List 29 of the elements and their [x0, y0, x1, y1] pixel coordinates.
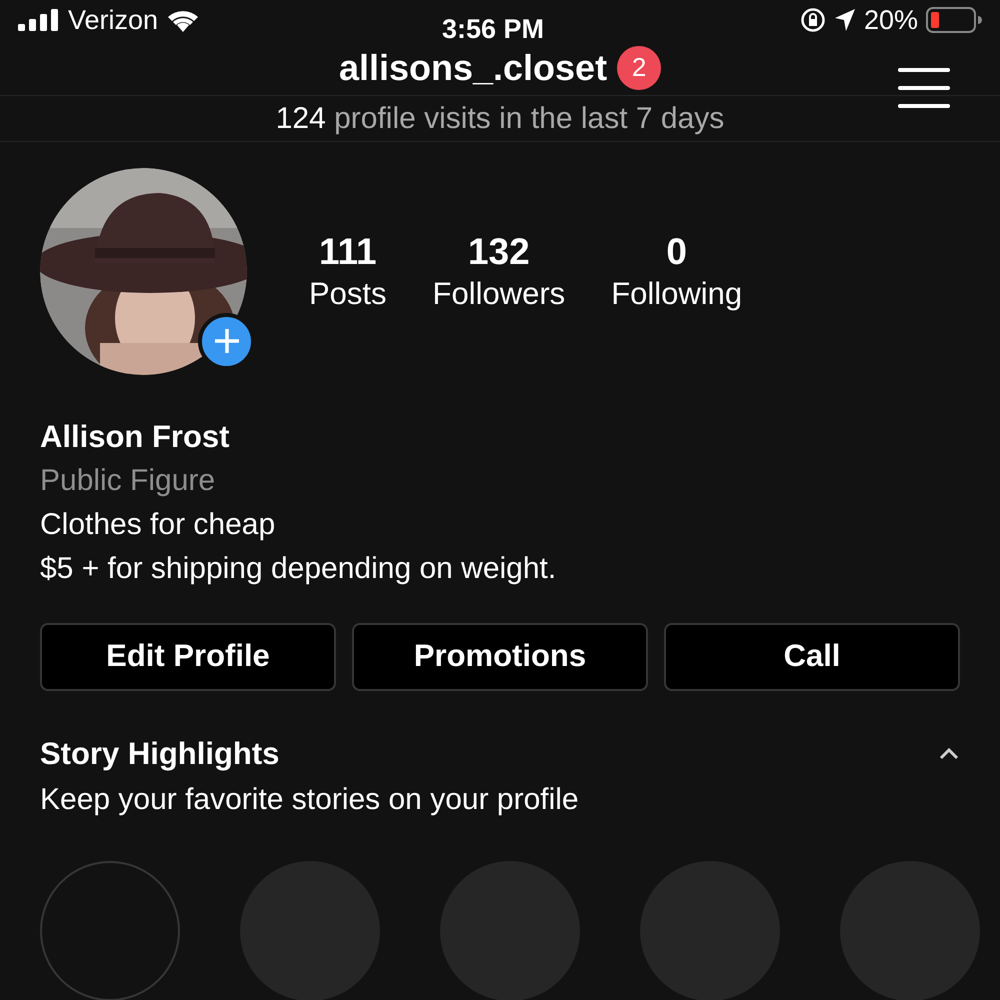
- username-title: allisons_.closet: [338, 46, 608, 90]
- bio-text: Clothes for cheap: [40, 506, 276, 542]
- profile-visits-text[interactable]: 124 profile visits in the last 7 days: [276, 96, 724, 140]
- rotation-lock-icon: [800, 7, 826, 34]
- plus-icon: [214, 328, 240, 354]
- stat-count: 132: [468, 230, 530, 274]
- profile-name: Allison Frost: [40, 418, 230, 456]
- stat-label: Posts: [309, 274, 387, 312]
- clock-time: 3:56 PM: [442, 13, 544, 46]
- highlights-title: Story Highlights: [40, 734, 280, 773]
- carrier-name: Verizon: [68, 4, 158, 37]
- profile-button[interactable]: Edit Profile: [40, 622, 336, 690]
- highlights-subtitle: Keep your favorite stories on your profile: [40, 782, 579, 818]
- location-arrow-icon: [834, 8, 856, 32]
- menu-button[interactable]: [898, 66, 950, 110]
- profile-button[interactable]: Call: [664, 622, 960, 690]
- stat-count: 111: [318, 230, 377, 274]
- signal-icon: [18, 9, 60, 32]
- battery-percent: 20%: [864, 4, 918, 37]
- notification-badge: 2: [617, 46, 662, 90]
- battery-icon: [926, 7, 982, 34]
- profile-button[interactable]: Promotions: [352, 622, 648, 690]
- bio-text: $5 + for shipping depending on weight.: [40, 550, 558, 586]
- wifi-icon: [166, 8, 200, 32]
- profile-category: Public Figure: [40, 462, 216, 498]
- stat-label: Followers: [432, 274, 566, 312]
- stat-label: Following: [611, 274, 742, 312]
- chevron-up-icon: [939, 748, 959, 760]
- stat-count: 0: [666, 230, 687, 274]
